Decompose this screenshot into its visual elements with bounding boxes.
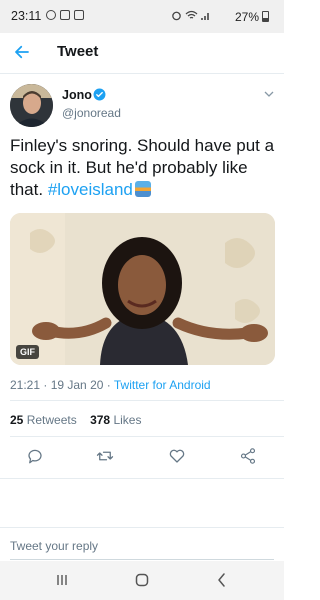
tweet-date: 19 Jan 20 — [50, 378, 104, 392]
author-handle[interactable]: @jonoread — [62, 106, 121, 120]
tweet-metadata: 21:21 · 19 Jan 20 · Twitter for Android — [10, 378, 211, 392]
likes-label[interactable]: Likes — [113, 413, 141, 427]
retweets-label[interactable]: Retweets — [27, 413, 77, 427]
author-name[interactable]: Jono — [62, 88, 92, 102]
notification-icons — [46, 10, 84, 20]
hashtag-link[interactable]: #loveisland — [48, 180, 133, 199]
notification-photo-icon — [60, 10, 70, 20]
notification-app-icon — [46, 10, 56, 20]
retweets-count[interactable]: 25 — [10, 413, 23, 427]
tweet-source-link[interactable]: Twitter for Android — [114, 378, 211, 392]
hashtag-emoji-icon — [134, 181, 151, 197]
notification-check-icon — [74, 10, 84, 20]
alarm-icon — [172, 11, 181, 21]
verified-badge-icon — [93, 88, 106, 101]
chevron-down-icon[interactable] — [264, 89, 274, 99]
arrow-left-icon[interactable] — [13, 43, 31, 61]
share-icon[interactable] — [239, 447, 257, 465]
tweet-media-gif[interactable]: GIF — [10, 213, 275, 365]
divider — [10, 400, 284, 401]
wifi-icon — [185, 10, 198, 19]
reply-input[interactable]: Tweet your reply — [10, 539, 98, 553]
like-icon[interactable] — [168, 447, 186, 465]
signal-icon — [201, 13, 209, 20]
back-nav-icon[interactable] — [214, 572, 230, 588]
page-title: Tweet — [57, 43, 99, 60]
meta-separator-2: · — [103, 378, 114, 392]
divider — [10, 436, 284, 437]
avatar[interactable] — [10, 84, 53, 127]
avatar-image — [10, 84, 53, 127]
reply-underline — [10, 559, 274, 560]
status-bar: 23:11 27% — [0, 0, 284, 33]
home-icon[interactable] — [134, 572, 150, 588]
recent-apps-icon[interactable] — [54, 572, 70, 588]
system-icons — [171, 10, 211, 21]
battery-icon — [262, 11, 269, 22]
meta-separator: · — [40, 378, 51, 392]
likes-count[interactable]: 378 — [90, 413, 110, 427]
tweet-text: Finley's snoring. Should have put a sock… — [10, 135, 278, 201]
reply-icon[interactable] — [26, 447, 44, 465]
gif-preview-image — [10, 213, 275, 365]
tweet-time: 21:21 — [10, 378, 41, 392]
battery-percent: 27% — [234, 10, 259, 24]
gif-badge: GIF — [16, 345, 39, 359]
system-nav-bar — [0, 561, 284, 600]
tweet-stats: 25 Retweets 378 Likes — [10, 413, 141, 427]
reply-composer[interactable]: Tweet your reply — [0, 527, 284, 562]
top-app-bar: Tweet — [0, 33, 284, 74]
status-time: 23:11 — [11, 9, 42, 23]
retweet-icon[interactable] — [96, 447, 114, 465]
divider — [0, 478, 284, 479]
